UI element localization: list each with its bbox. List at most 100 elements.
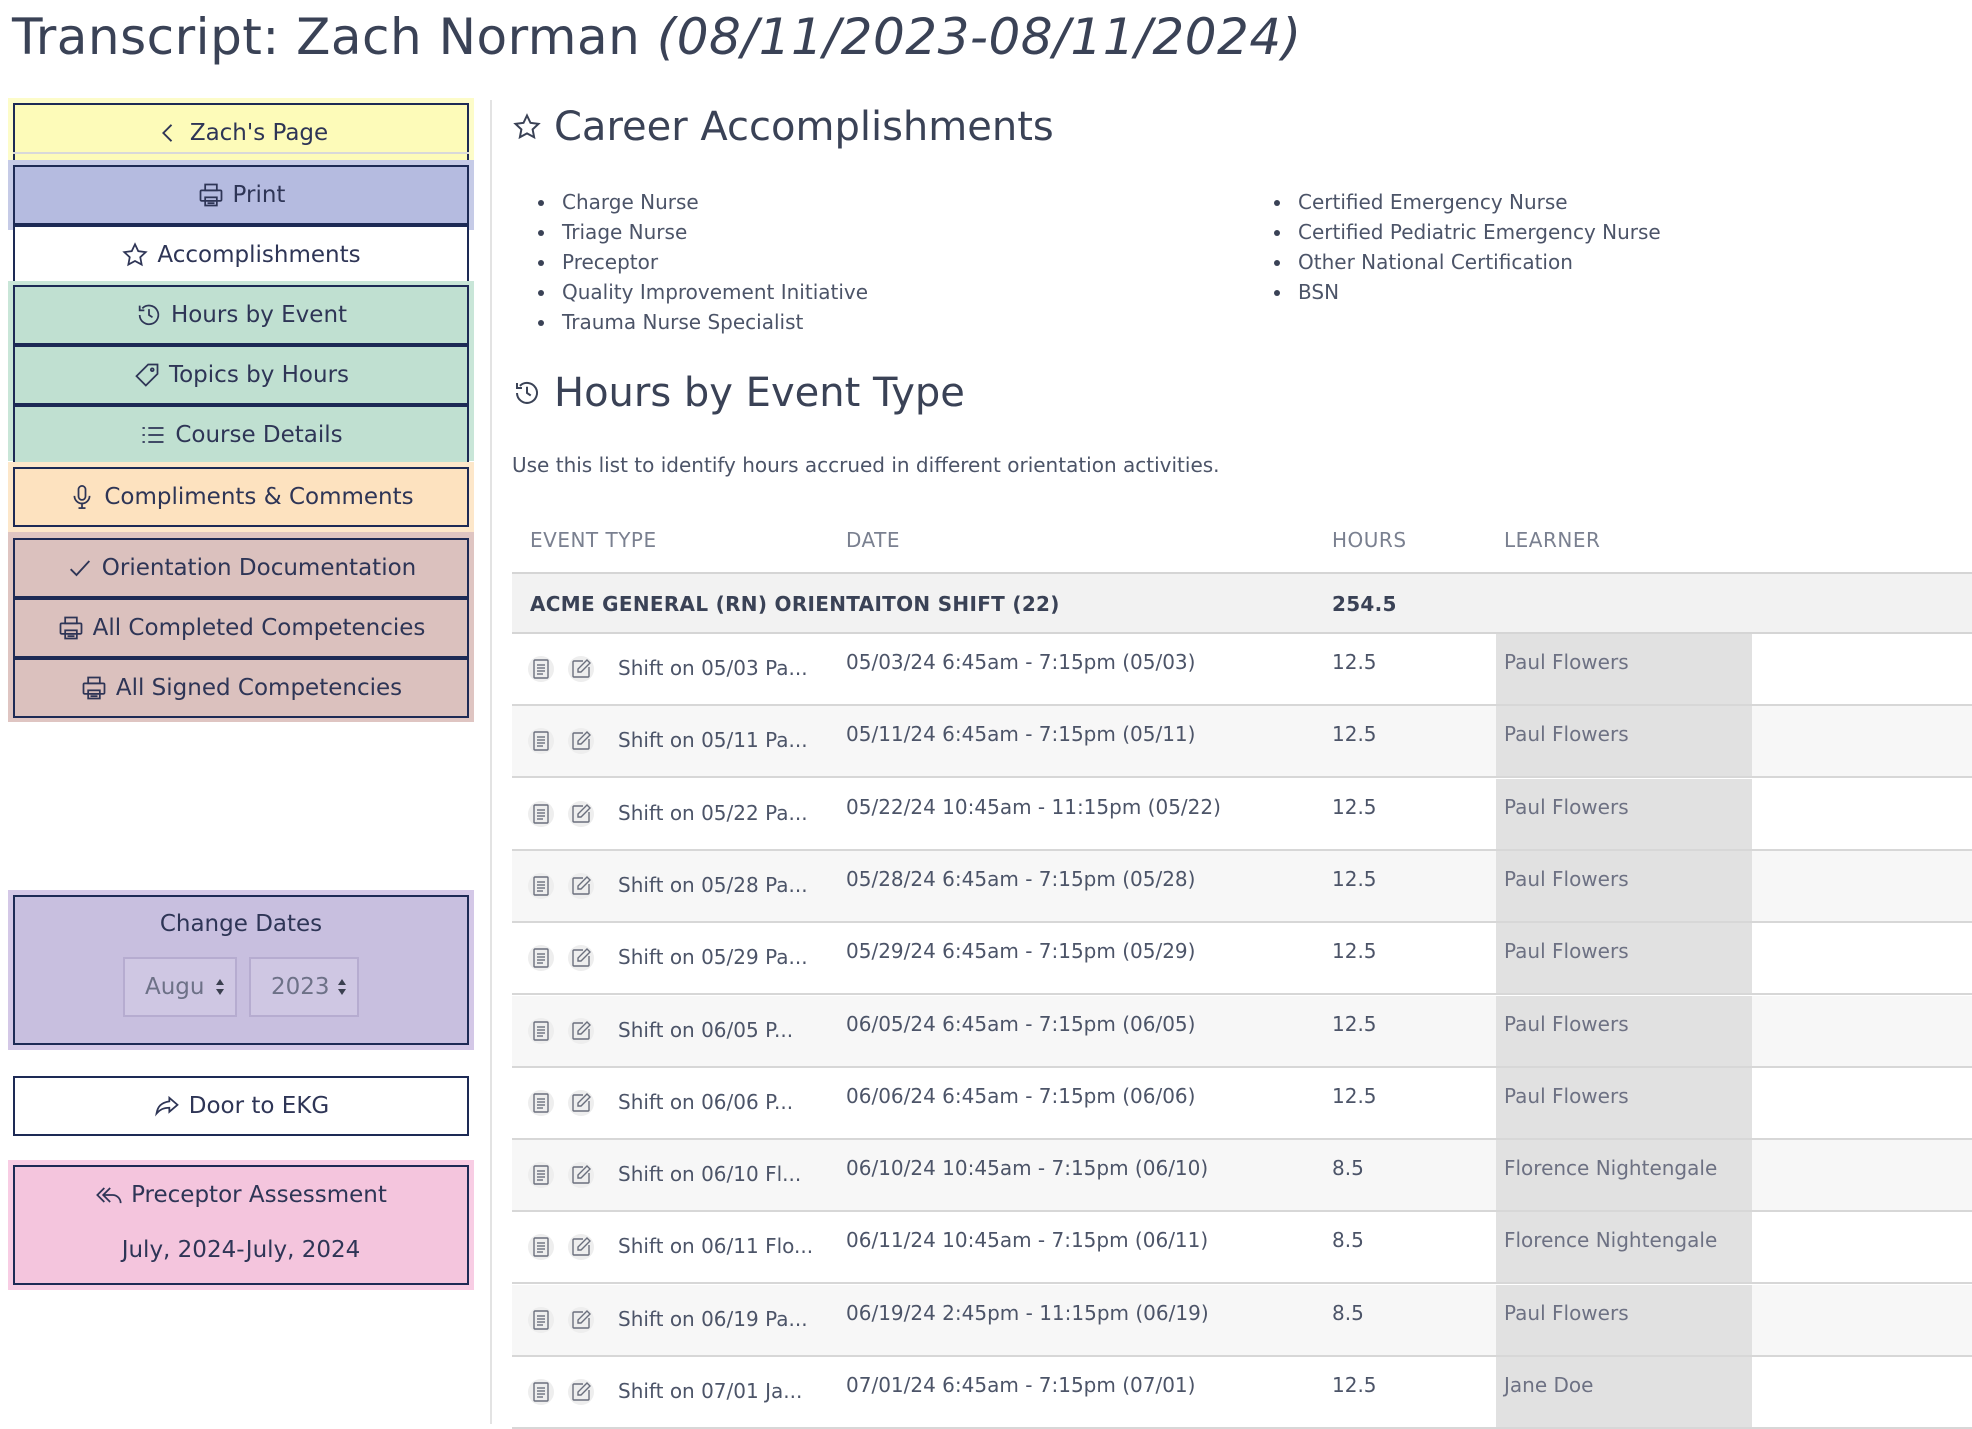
edit-icon[interactable] xyxy=(568,1089,594,1116)
compliments-group: Compliments & Comments xyxy=(8,462,474,532)
edit-icon[interactable] xyxy=(568,1306,594,1333)
month-select[interactable]: Augu xyxy=(123,957,237,1017)
list-item: Other National Certification xyxy=(1266,247,1661,277)
document-icon[interactable] xyxy=(528,656,554,682)
date-cell: 05/03/24 6:45am - 7:15pm (05/03) xyxy=(846,650,1196,674)
all-signed-competencies-button[interactable]: All Signed Competencies xyxy=(13,658,469,718)
table-row[interactable]: Shift on 06/10 Fl... 06/10/24 10:45am - … xyxy=(512,1140,1972,1213)
learner-cell: Paul Flowers xyxy=(1504,722,1629,747)
document-icon[interactable] xyxy=(528,1162,554,1189)
edit-icon[interactable] xyxy=(568,1017,594,1044)
document-icon[interactable] xyxy=(528,1017,554,1044)
table-row[interactable]: Shift on 05/28 Pa... 05/28/24 6:45am - 7… xyxy=(512,850,1972,923)
door-to-ekg-button[interactable]: Door to EKG xyxy=(13,1076,469,1136)
document-icon[interactable] xyxy=(528,1306,554,1333)
event-type-cell[interactable]: Shift on 05/28 Pa... xyxy=(618,873,808,897)
back-button-label: Zach's Page xyxy=(189,120,329,146)
learner-cell: Florence Nightengale xyxy=(1504,1228,1718,1253)
course-details-button[interactable]: Course Details xyxy=(13,405,469,465)
table-row[interactable]: Shift on 05/03 Pa... 05/03/24 6:45am - 7… xyxy=(512,634,1972,706)
table-group-row[interactable]: ACME GENERAL (RN) ORIENTAITON SHIFT (22)… xyxy=(512,574,1972,634)
table-row[interactable]: Shift on 05/29 Pa... 05/29/24 6:45am - 7… xyxy=(512,923,1972,996)
all-completed-competencies-button[interactable]: All Completed Competencies xyxy=(13,598,469,658)
table-row[interactable]: Shift on 06/19 Pa... 06/19/24 2:45pm - 1… xyxy=(512,1284,1972,1357)
topics-by-hours-button[interactable]: Topics by Hours xyxy=(13,345,469,405)
event-type-cell[interactable]: Shift on 05/11 Pa... xyxy=(618,728,808,752)
event-type-cell[interactable]: Shift on 06/10 Fl... xyxy=(618,1162,801,1186)
year-select[interactable]: 2023 xyxy=(249,957,359,1017)
column-header-date: DATE xyxy=(846,528,901,552)
back-group: Zach's Page xyxy=(8,98,474,168)
page-title-name: Transcript: Zach Norman xyxy=(12,8,641,66)
hours-by-event-button[interactable]: Hours by Event xyxy=(13,285,469,345)
document-icon[interactable] xyxy=(528,1379,554,1405)
list-item: Certified Emergency Nurse xyxy=(1266,187,1661,217)
list-icon xyxy=(142,427,164,443)
list-item: Triage Nurse xyxy=(530,217,868,247)
edit-icon[interactable] xyxy=(568,1162,594,1189)
printer-icon xyxy=(59,616,82,640)
hours-cell: 12.5 xyxy=(1332,794,1377,819)
date-cell: 05/11/24 6:45am - 7:15pm (05/11) xyxy=(846,722,1196,747)
document-icon[interactable] xyxy=(528,800,554,827)
edit-icon[interactable] xyxy=(568,945,594,972)
document-icon[interactable] xyxy=(528,945,554,972)
edit-icon[interactable] xyxy=(568,872,594,899)
star-icon xyxy=(513,113,541,140)
all-completed-competencies-label: All Completed Competencies xyxy=(92,615,426,641)
reports-group: Hours by Event Topics by Hours Course De… xyxy=(8,281,474,465)
event-type-cell[interactable]: Shift on 06/19 Pa... xyxy=(618,1307,808,1331)
learner-cell: Jane Doe xyxy=(1504,1373,1594,1397)
accomplishments-button-label: Accomplishments xyxy=(157,242,361,268)
date-cell: 05/22/24 10:45am - 11:15pm (05/22) xyxy=(846,794,1221,819)
back-to-zachs-page-button[interactable]: Zach's Page xyxy=(13,103,469,163)
hours-cell: 12.5 xyxy=(1332,722,1377,747)
hours-by-event-label: Hours by Event xyxy=(170,302,348,328)
month-select-value: Augu xyxy=(145,974,205,1000)
event-type-cell[interactable]: Shift on 06/06 P... xyxy=(618,1090,793,1114)
document-icon[interactable] xyxy=(528,728,554,755)
event-type-cell[interactable]: Shift on 05/22 Pa... xyxy=(618,801,808,825)
learner-cell: Paul Flowers xyxy=(1504,1083,1629,1108)
page-title: Transcript: Zach Norman (08/11/2023-08/1… xyxy=(12,8,1302,66)
learner-cell: Paul Flowers xyxy=(1504,1300,1629,1325)
date-cell: 05/29/24 6:45am - 7:15pm (05/29) xyxy=(846,939,1196,964)
accomplishments-button[interactable]: Accomplishments xyxy=(13,225,469,285)
learner-cell: Paul Flowers xyxy=(1504,794,1629,819)
table-row[interactable]: Shift on 05/22 Pa... 05/22/24 10:45am - … xyxy=(512,778,1972,851)
learner-cell: Paul Flowers xyxy=(1504,1011,1629,1036)
vertical-divider xyxy=(490,100,492,1424)
print-button-label: Print xyxy=(232,182,286,208)
table-row[interactable]: Shift on 06/05 P... 06/05/24 6:45am - 7:… xyxy=(512,995,1972,1068)
event-type-cell[interactable]: Shift on 05/29 Pa... xyxy=(618,945,808,969)
printer-icon xyxy=(199,183,222,207)
edit-icon[interactable] xyxy=(568,1379,594,1405)
edit-icon[interactable] xyxy=(568,1234,594,1261)
column-header-hours: HOURS xyxy=(1332,528,1407,552)
list-item: Preceptor xyxy=(530,247,868,277)
print-button[interactable]: Print xyxy=(13,165,469,225)
date-cell: 06/10/24 10:45am - 7:15pm (06/10) xyxy=(846,1156,1209,1181)
event-type-cell[interactable]: Shift on 05/03 Pa... xyxy=(618,656,808,680)
table-row[interactable]: Shift on 06/06 P... 06/06/24 6:45am - 7:… xyxy=(512,1067,1972,1140)
edit-icon[interactable] xyxy=(568,800,594,827)
compliments-comments-button[interactable]: Compliments & Comments xyxy=(13,467,469,527)
document-icon[interactable] xyxy=(528,1234,554,1261)
preceptor-assessment-button[interactable]: Preceptor Assessment July, 2024-July, 20… xyxy=(13,1165,469,1285)
edit-icon[interactable] xyxy=(568,728,594,755)
edit-icon[interactable] xyxy=(568,656,594,682)
table-row[interactable]: Shift on 07/01 Ja... 07/01/24 6:45am - 7… xyxy=(512,1357,1972,1429)
event-type-cell[interactable]: Shift on 06/05 P... xyxy=(618,1018,793,1042)
table-row[interactable]: Shift on 06/11 Flo... 06/11/24 10:45am -… xyxy=(512,1212,1972,1285)
table-row[interactable]: Shift on 05/11 Pa... 05/11/24 6:45am - 7… xyxy=(512,706,1972,779)
event-type-cell[interactable]: Shift on 07/01 Ja... xyxy=(618,1379,802,1403)
event-type-cell[interactable]: Shift on 06/11 Flo... xyxy=(618,1234,813,1258)
list-item: Trauma Nurse Specialist xyxy=(530,307,868,337)
page-title-range: (08/11/2023-08/11/2024) xyxy=(656,8,1302,66)
accomplishments-list-right: Certified Emergency Nurse Certified Pedi… xyxy=(1266,187,1661,307)
orientation-documentation-button[interactable]: Orientation Documentation xyxy=(13,538,469,598)
share-arrow-icon xyxy=(154,1095,179,1117)
document-icon[interactable] xyxy=(528,1089,554,1116)
topics-by-hours-label: Topics by Hours xyxy=(168,362,350,388)
document-icon[interactable] xyxy=(528,872,554,899)
